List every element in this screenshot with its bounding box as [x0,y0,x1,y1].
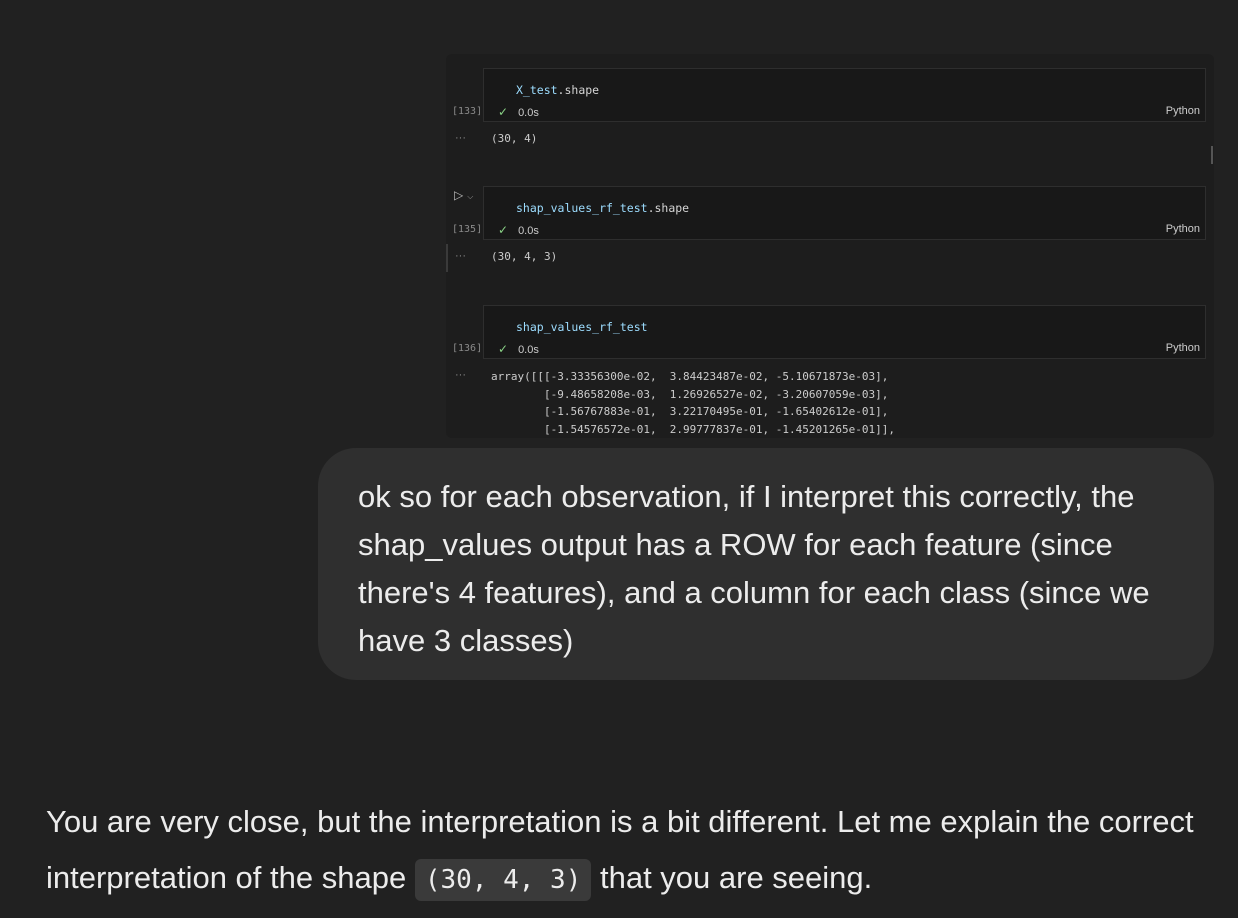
inline-code: (30, 4, 3) [414,859,592,901]
cell-status: ✓ 0.0s [498,223,539,237]
code-line[interactable]: X_test.shape [516,83,599,97]
assistant-message: You are very close, but the interpretati… [46,794,1226,906]
cell-language[interactable]: Python [1166,105,1200,117]
exec-count: [133] [452,106,483,117]
cell-status: ✓ 0.0s [498,105,539,119]
code-variable: shap_values_rf_test [516,320,648,334]
exec-count: [135] [452,224,483,235]
output-menu-icon[interactable]: ··· [455,250,466,262]
cell-output: array([[[-3.33356300e-02, 3.84423487e-02… [491,370,895,436]
user-message-bubble: ok so for each observation, if I interpr… [318,448,1214,680]
code-attribute: .shape [647,201,690,215]
cell-language[interactable]: Python [1166,223,1200,235]
code-cell-editor[interactable]: X_test.shape ✓ 0.0s Python [483,68,1206,122]
run-icon[interactable]: ▷ [454,188,463,202]
assistant-text-after: that you are seeing. [591,860,873,895]
cell-status: ✓ 0.0s [498,342,539,356]
user-message-text: ok so for each observation, if I interpr… [358,479,1150,658]
chevron-down-icon[interactable]: ⌵ [467,192,473,201]
exec-count: [136] [452,343,483,354]
scrollbar-thumb[interactable] [1211,146,1213,164]
cell-output: (30, 4, 3) [491,250,558,263]
output-focus-bar [446,244,448,272]
code-attribute: .shape [557,83,600,97]
code-line[interactable]: shap_values_rf_test [516,320,648,334]
check-icon: ✓ [498,342,509,356]
exec-time: 0.0s [518,107,539,119]
check-icon: ✓ [498,223,509,237]
cell-language[interactable]: Python [1166,342,1200,354]
output-menu-icon[interactable]: ··· [455,132,466,144]
notebook-screenshot: X_test.shape ✓ 0.0s Python [133] ··· (30,… [446,54,1214,438]
exec-time: 0.0s [518,225,539,237]
exec-time: 0.0s [518,344,539,356]
code-cell-editor[interactable]: shap_values_rf_test.shape ✓ 0.0s Python [483,186,1206,240]
output-menu-icon[interactable]: ··· [455,369,466,381]
run-cell-control[interactable]: ▷ ⌵ [454,188,473,202]
check-icon: ✓ [498,105,509,119]
cell-output: (30, 4) [491,132,538,145]
code-variable: shap_values_rf_test [516,201,648,215]
code-variable: X_test [516,83,558,97]
code-cell-editor[interactable]: shap_values_rf_test ✓ 0.0s Python [483,305,1206,359]
code-line[interactable]: shap_values_rf_test.shape [516,201,689,215]
